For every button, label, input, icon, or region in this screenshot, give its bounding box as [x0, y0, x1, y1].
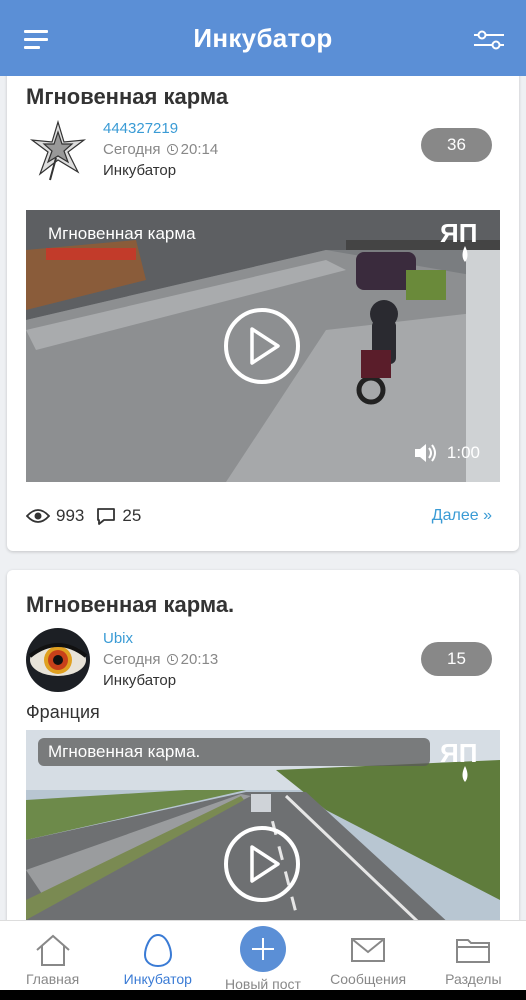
- sliders-icon[interactable]: [474, 29, 504, 51]
- view-count: 993: [56, 506, 85, 525]
- nav-incubator-label: Инкубатор: [123, 971, 192, 987]
- play-button[interactable]: [224, 826, 300, 902]
- video-title: Мгновенная карма: [48, 224, 196, 243]
- comments-link[interactable]: 25: [96, 506, 141, 526]
- video-player[interactable]: Мгновенная карма ЯП 1:00: [26, 210, 500, 482]
- post-text: Франция: [26, 702, 100, 722]
- egg-icon: [143, 933, 172, 967]
- author-link[interactable]: 444327219: [103, 118, 218, 139]
- post-card[interactable]: Мгновенная карма. Ubix Сегодня 20:13 Инк…: [7, 570, 519, 920]
- nav-new-post[interactable]: Новый пост: [210, 921, 315, 1000]
- nav-incubator[interactable]: Инкубатор: [105, 921, 210, 1000]
- nav-sections[interactable]: Разделы: [421, 921, 526, 1000]
- nav-sections-label: Разделы: [445, 971, 502, 987]
- rating-badge: 36: [421, 128, 492, 162]
- post-card[interactable]: Мгновенная карма 444327219 Сегодня 20:14…: [7, 76, 519, 551]
- comment-count: 25: [122, 506, 142, 525]
- section-link[interactable]: Инкубатор: [103, 670, 218, 691]
- yp-logo-icon: ЯП: [440, 738, 477, 782]
- clock-icon: [166, 654, 178, 665]
- post-date: Сегодня 20:13: [103, 651, 219, 668]
- envelope-icon: [351, 938, 386, 962]
- avatar[interactable]: [26, 118, 90, 182]
- nav-messages[interactable]: Сообщения: [316, 921, 421, 1000]
- yp-logo-icon: ЯП: [440, 218, 477, 262]
- nav-home[interactable]: Главная: [0, 921, 105, 1000]
- system-nav-bar: [0, 990, 526, 1000]
- plus-icon: [239, 926, 286, 972]
- svg-text:ЯП: ЯП: [440, 738, 477, 768]
- post-meta: 444327219 Сегодня 20:14 Инкубатор: [103, 118, 218, 181]
- nav-home-label: Главная: [25, 971, 80, 987]
- post-title[interactable]: Мгновенная карма.: [26, 592, 234, 618]
- section-link[interactable]: Инкубатор: [103, 160, 218, 181]
- post-stats: 993 25: [26, 506, 153, 526]
- video-title: Мгновенная карма.: [38, 738, 430, 766]
- page-title: Инкубатор: [193, 22, 333, 53]
- clock-icon: [166, 144, 178, 155]
- comment-icon: [97, 508, 116, 525]
- nav-messages-label: Сообщения: [330, 971, 407, 987]
- read-more-link[interactable]: Далее »: [432, 507, 492, 525]
- post-date: Сегодня 20:14: [103, 141, 219, 158]
- play-button[interactable]: [224, 308, 300, 384]
- hamburger-icon[interactable]: [24, 30, 48, 50]
- post-meta: Ubix Сегодня 20:13 Инкубатор: [103, 628, 218, 691]
- eye-icon: [26, 509, 50, 523]
- svg-text:ЯП: ЯП: [440, 218, 477, 248]
- rating-badge: 15: [421, 642, 492, 676]
- home-icon: [35, 934, 70, 966]
- post-feed[interactable]: Мгновенная карма 444327219 Сегодня 20:14…: [0, 76, 526, 920]
- video-player[interactable]: Мгновенная карма. ЯП: [26, 730, 500, 920]
- bottom-navigation: Главная Инкубатор Новый пост Сообщения Р…: [0, 920, 526, 1000]
- post-title[interactable]: Мгновенная карма: [26, 84, 228, 110]
- avatar[interactable]: [26, 628, 90, 692]
- folder-icon: [456, 939, 491, 963]
- author-link[interactable]: Ubix: [103, 628, 218, 649]
- top-app-bar: Инкубатор: [0, 0, 526, 76]
- volume-icon[interactable]: [413, 442, 437, 464]
- video-duration: 1:00: [446, 443, 480, 462]
- video-controls: 1:00: [413, 442, 480, 464]
